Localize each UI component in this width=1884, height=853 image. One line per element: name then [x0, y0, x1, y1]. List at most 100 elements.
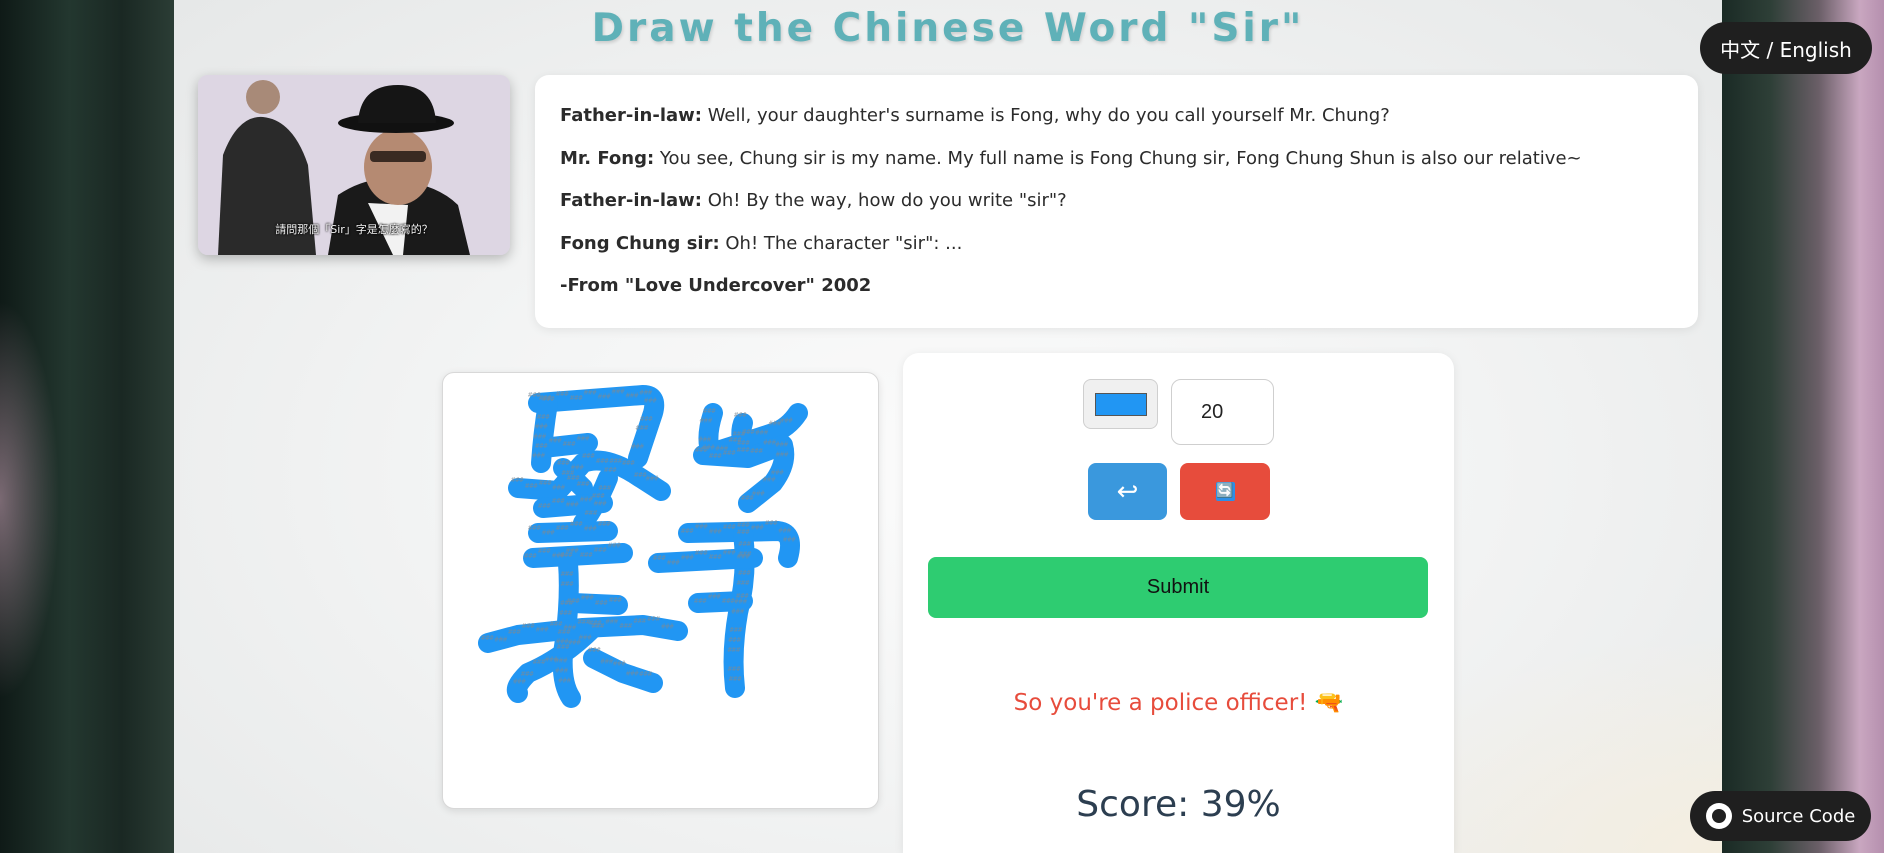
- template-glyph: ###: [750, 447, 763, 455]
- template-glyph: ###: [524, 552, 537, 560]
- template-glyph: ###: [525, 482, 538, 490]
- template-glyph: ###: [556, 390, 569, 398]
- template-glyph: ###: [634, 617, 647, 625]
- controls-panel: ↩ 🔄 Submit So you're a police officer! 🔫…: [903, 353, 1454, 853]
- template-glyph: ###: [588, 646, 601, 654]
- template-glyph: ###: [595, 599, 608, 607]
- template-glyph: ###: [538, 502, 551, 510]
- brush-color-picker[interactable]: [1083, 379, 1158, 429]
- template-glyph: ###: [647, 615, 660, 623]
- template-glyph: ###: [561, 580, 574, 588]
- template-glyph: ###: [533, 658, 546, 666]
- template-glyph: ###: [631, 442, 644, 450]
- template-glyph: ###: [755, 429, 768, 437]
- template-glyph: ###: [729, 675, 742, 683]
- brush-size-input[interactable]: [1171, 379, 1274, 445]
- template-glyph: ###: [728, 636, 741, 644]
- dialogue-line: Mr. Fong: You see, Chung sir is my name.…: [560, 148, 1673, 191]
- template-glyph: ###: [728, 646, 741, 654]
- template-glyph: ###: [775, 441, 788, 449]
- template-glyph: ###: [610, 457, 623, 465]
- template-glyph: ###: [661, 622, 674, 630]
- result-message: So you're a police officer! 🔫: [1013, 690, 1344, 716]
- template-glyph: ###: [723, 548, 736, 556]
- page-title: Draw the Chinese Word "Sir": [591, 6, 1305, 51]
- drawing-canvas[interactable]: ### ### ### ### ### ### ### ### ### ### ### ### ### #…: [442, 372, 879, 809]
- movie-subtitle: 請問那個「Sir」字是怎麼寫的？: [275, 223, 433, 236]
- template-glyph: ###: [563, 440, 576, 448]
- template-glyph: ###: [596, 457, 609, 465]
- undo-button[interactable]: ↩: [1088, 463, 1167, 520]
- template-glyph: ###: [709, 452, 722, 460]
- dialogue-line: Father-in-law: Well, your daughter's sur…: [560, 105, 1673, 148]
- template-glyph: ###: [778, 527, 791, 535]
- template-glyph: ###: [738, 540, 751, 548]
- template-glyph: ###: [552, 497, 565, 505]
- template-glyph: ###: [609, 596, 622, 604]
- template-glyph: ###: [723, 449, 736, 457]
- template-glyph: ###: [667, 558, 680, 566]
- template-glyph: ###: [626, 392, 639, 400]
- template-glyph: ###: [528, 524, 541, 532]
- template-glyph: ###: [568, 639, 581, 647]
- template-glyph: ###: [594, 546, 607, 554]
- refresh-icon: 🔄: [1215, 482, 1235, 501]
- template-glyph: ###: [549, 437, 562, 445]
- clear-button[interactable]: 🔄: [1180, 463, 1270, 520]
- template-glyph: ###: [555, 667, 568, 675]
- template-glyph: ###: [564, 623, 577, 631]
- background-left: [0, 0, 174, 853]
- template-glyph: ###: [722, 597, 735, 605]
- template-glyph: ###: [571, 464, 584, 472]
- submit-button[interactable]: Submit: [928, 557, 1428, 618]
- template-glyph: ###: [646, 475, 659, 483]
- template-glyph: ###: [737, 528, 750, 536]
- template-glyph: ###: [538, 547, 551, 555]
- template-glyph: ###: [708, 592, 721, 600]
- template-glyph: ###: [534, 433, 547, 441]
- template-glyph: ###: [734, 411, 747, 419]
- score-display: Score: 39%: [903, 784, 1454, 825]
- dialogue-line: Father-in-law: Oh! By the way, how do yo…: [560, 190, 1673, 233]
- template-glyph: ###: [513, 678, 526, 686]
- template-glyph: ###: [594, 499, 607, 507]
- template-glyph: ###: [545, 655, 558, 663]
- template-glyph: ###: [495, 635, 508, 643]
- template-glyph: ###: [577, 480, 590, 488]
- template-glyph: ###: [550, 620, 563, 628]
- template-glyph: ###: [561, 570, 574, 578]
- source-code-button[interactable]: Source Code: [1690, 791, 1871, 841]
- drawing-strokes[interactable]: ### ###### ###### ###### ### ################…: [443, 373, 879, 809]
- source-code-label: Source Code: [1741, 805, 1856, 827]
- template-glyph: ###: [584, 389, 597, 397]
- template-glyph: ###: [542, 529, 555, 537]
- template-glyph: ###: [639, 670, 652, 678]
- template-glyph: ###: [539, 394, 552, 402]
- template-glyph: ###: [537, 413, 550, 421]
- template-glyph: ###: [613, 660, 626, 668]
- template-glyph: ###: [580, 551, 593, 559]
- template-glyph: ###: [558, 676, 571, 684]
- template-glyph: ###: [604, 466, 617, 474]
- template-glyph: ###: [763, 476, 776, 484]
- language-toggle-button[interactable]: 中文 / English: [1700, 22, 1872, 74]
- score-value: 39%: [1200, 784, 1281, 825]
- template-glyph: ###: [752, 490, 765, 498]
- template-glyph: ###: [640, 415, 653, 423]
- template-glyph: ###: [709, 553, 722, 561]
- template-glyph: ###: [577, 434, 590, 442]
- template-glyph: ###: [481, 634, 494, 642]
- template-glyph: ###: [601, 657, 614, 665]
- template-glyph: ###: [598, 484, 611, 492]
- dialogue-line: Fong Chung sir: Oh! The character "sir":…: [560, 233, 1673, 276]
- template-glyph: ###: [584, 524, 597, 532]
- template-glyph: ###: [730, 626, 743, 634]
- template-glyph: ###: [703, 407, 716, 415]
- template-glyph: ###: [536, 625, 549, 633]
- dialogue-text: Well, your daughter's surname is Fong, w…: [701, 105, 1390, 126]
- template-glyph: ###: [640, 388, 653, 396]
- brush-color-swatch[interactable]: [1094, 392, 1147, 416]
- template-glyph: ###: [522, 622, 535, 630]
- template-glyph: ###: [737, 579, 750, 587]
- template-glyph: ###: [552, 484, 565, 492]
